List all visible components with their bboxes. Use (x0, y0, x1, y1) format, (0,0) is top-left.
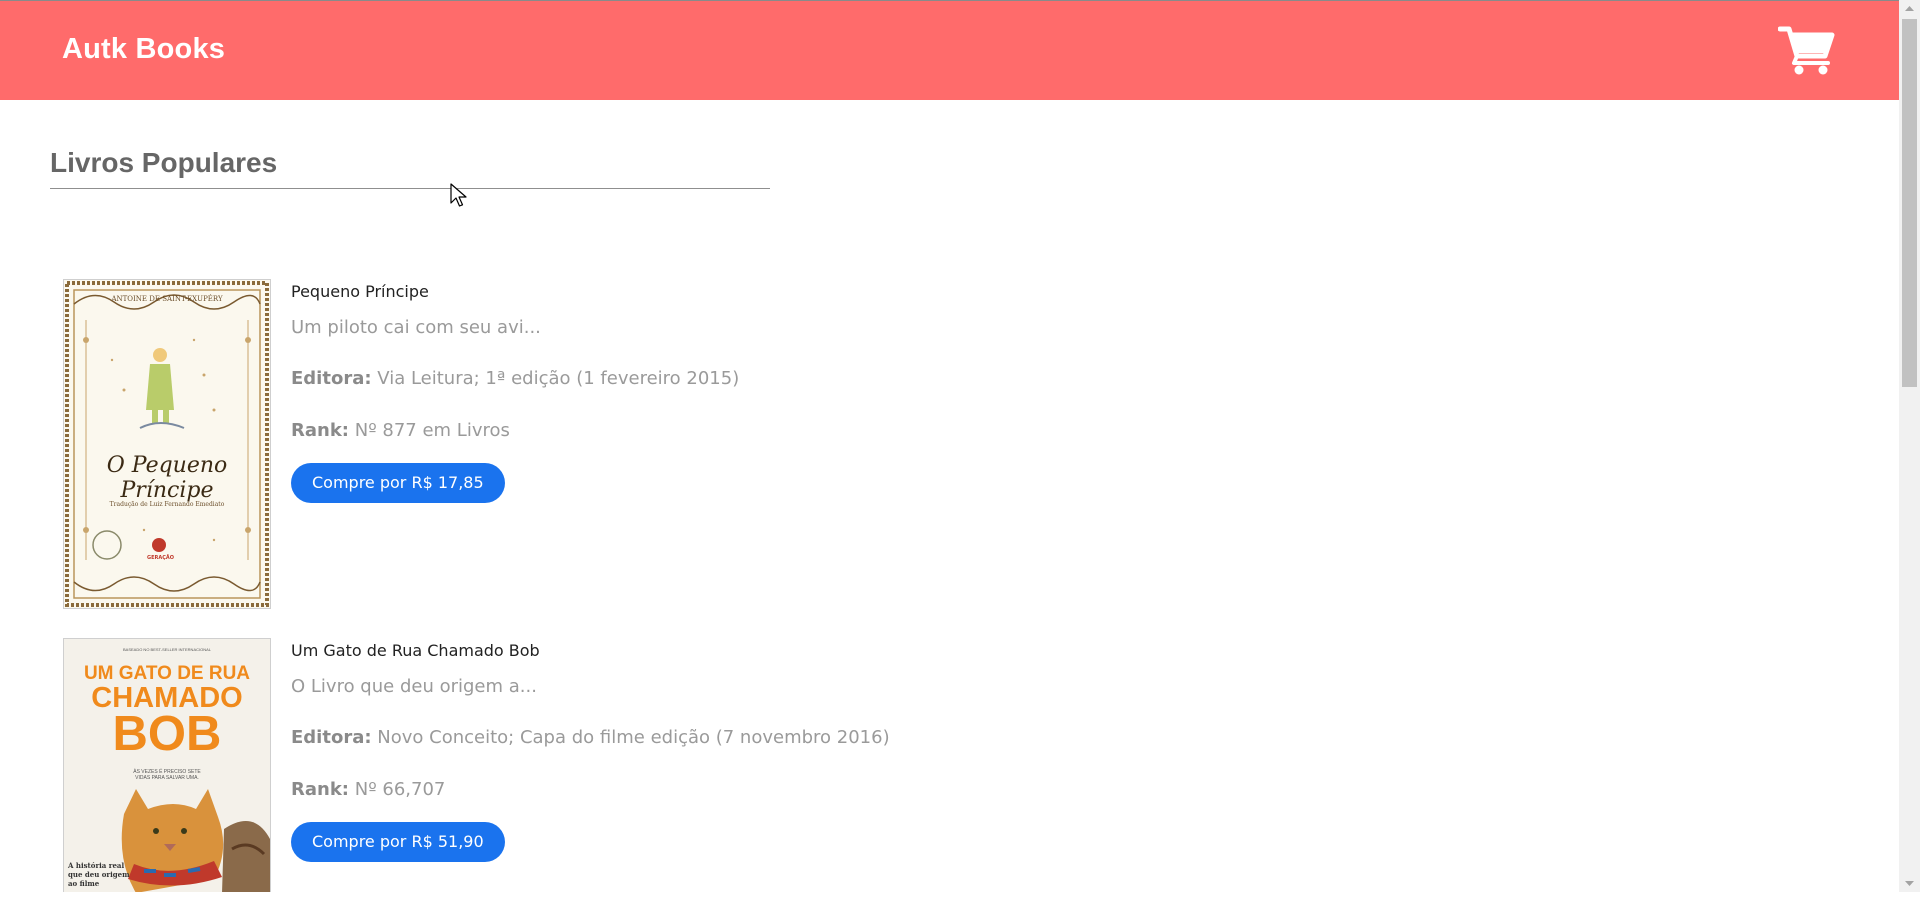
vertical-scrollbar[interactable] (1899, 0, 1920, 892)
cover-author: ANTOINE DE SAINT-EXUPÉRY (111, 295, 223, 303)
section-divider (50, 188, 770, 189)
header-bar: Autk Books (0, 0, 1899, 100)
book-rank: Rank: Nº 66,707 (291, 779, 445, 800)
cover-footer: A história real que deu origem ao filme (68, 861, 130, 888)
buy-button[interactable]: Compre por R$ 17,85 (291, 463, 505, 503)
section-title: Livros Populares (50, 147, 278, 178)
rank-label: Rank: (291, 779, 349, 800)
book-cover-image[interactable]: ANTOINE DE SAINT-EXUPÉRY O Pequeno Prínc… (63, 279, 271, 609)
rank-value: Nº 66,707 (354, 779, 446, 800)
cover-kicker: BASEADO NO BEST-SELLER INTERNACIONAL (122, 647, 212, 652)
mouse-pointer-icon (450, 183, 468, 209)
cover-publisher: GERAÇÃO (147, 555, 175, 561)
cover-title: O Pequeno Príncipe (106, 453, 228, 503)
book-title[interactable]: Um Gato de Rua Chamado Bob (291, 641, 540, 660)
scroll-down-arrow-icon[interactable] (1899, 875, 1920, 892)
cover-translator: Tradução de Luiz Fernando Emediato (109, 501, 225, 508)
book-publisher: Editora: Via Leitura; 1ª edição (1 fever… (291, 368, 739, 389)
publisher-value: Via Leitura; 1ª edição (1 fevereiro 2015… (377, 368, 740, 389)
shopping-cart-icon[interactable] (1777, 25, 1836, 77)
brand-logo[interactable]: Autk Books (62, 33, 225, 66)
cover-title-line3: BOB (112, 707, 222, 761)
rank-value: Nº 877 em Livros (354, 420, 510, 441)
publisher-value: Novo Conceito; Capa do filme edição (7 n… (377, 727, 890, 748)
book-description: O Livro que deu origem a... (291, 676, 537, 697)
scroll-up-arrow-icon[interactable] (1899, 0, 1920, 17)
book-rank: Rank: Nº 877 em Livros (291, 420, 510, 441)
rank-label: Rank: (291, 420, 349, 441)
book-publisher: Editora: Novo Conceito; Capa do filme ed… (291, 727, 890, 748)
book-cover-image[interactable]: BASEADO NO BEST-SELLER INTERNACIONAL UM … (63, 638, 271, 892)
book-description: Um piloto cai com seu avi... (291, 317, 541, 338)
publisher-label: Editora: (291, 727, 372, 748)
scrollbar-thumb[interactable] (1902, 19, 1917, 387)
publisher-label: Editora: (291, 368, 372, 389)
buy-button[interactable]: Compre por R$ 51,90 (291, 822, 505, 862)
cover-tagline: ÀS VEZES É PRECISO SETE VIDAS PARA SALVA… (133, 769, 201, 781)
book-title[interactable]: Pequeno Príncipe (291, 282, 429, 301)
